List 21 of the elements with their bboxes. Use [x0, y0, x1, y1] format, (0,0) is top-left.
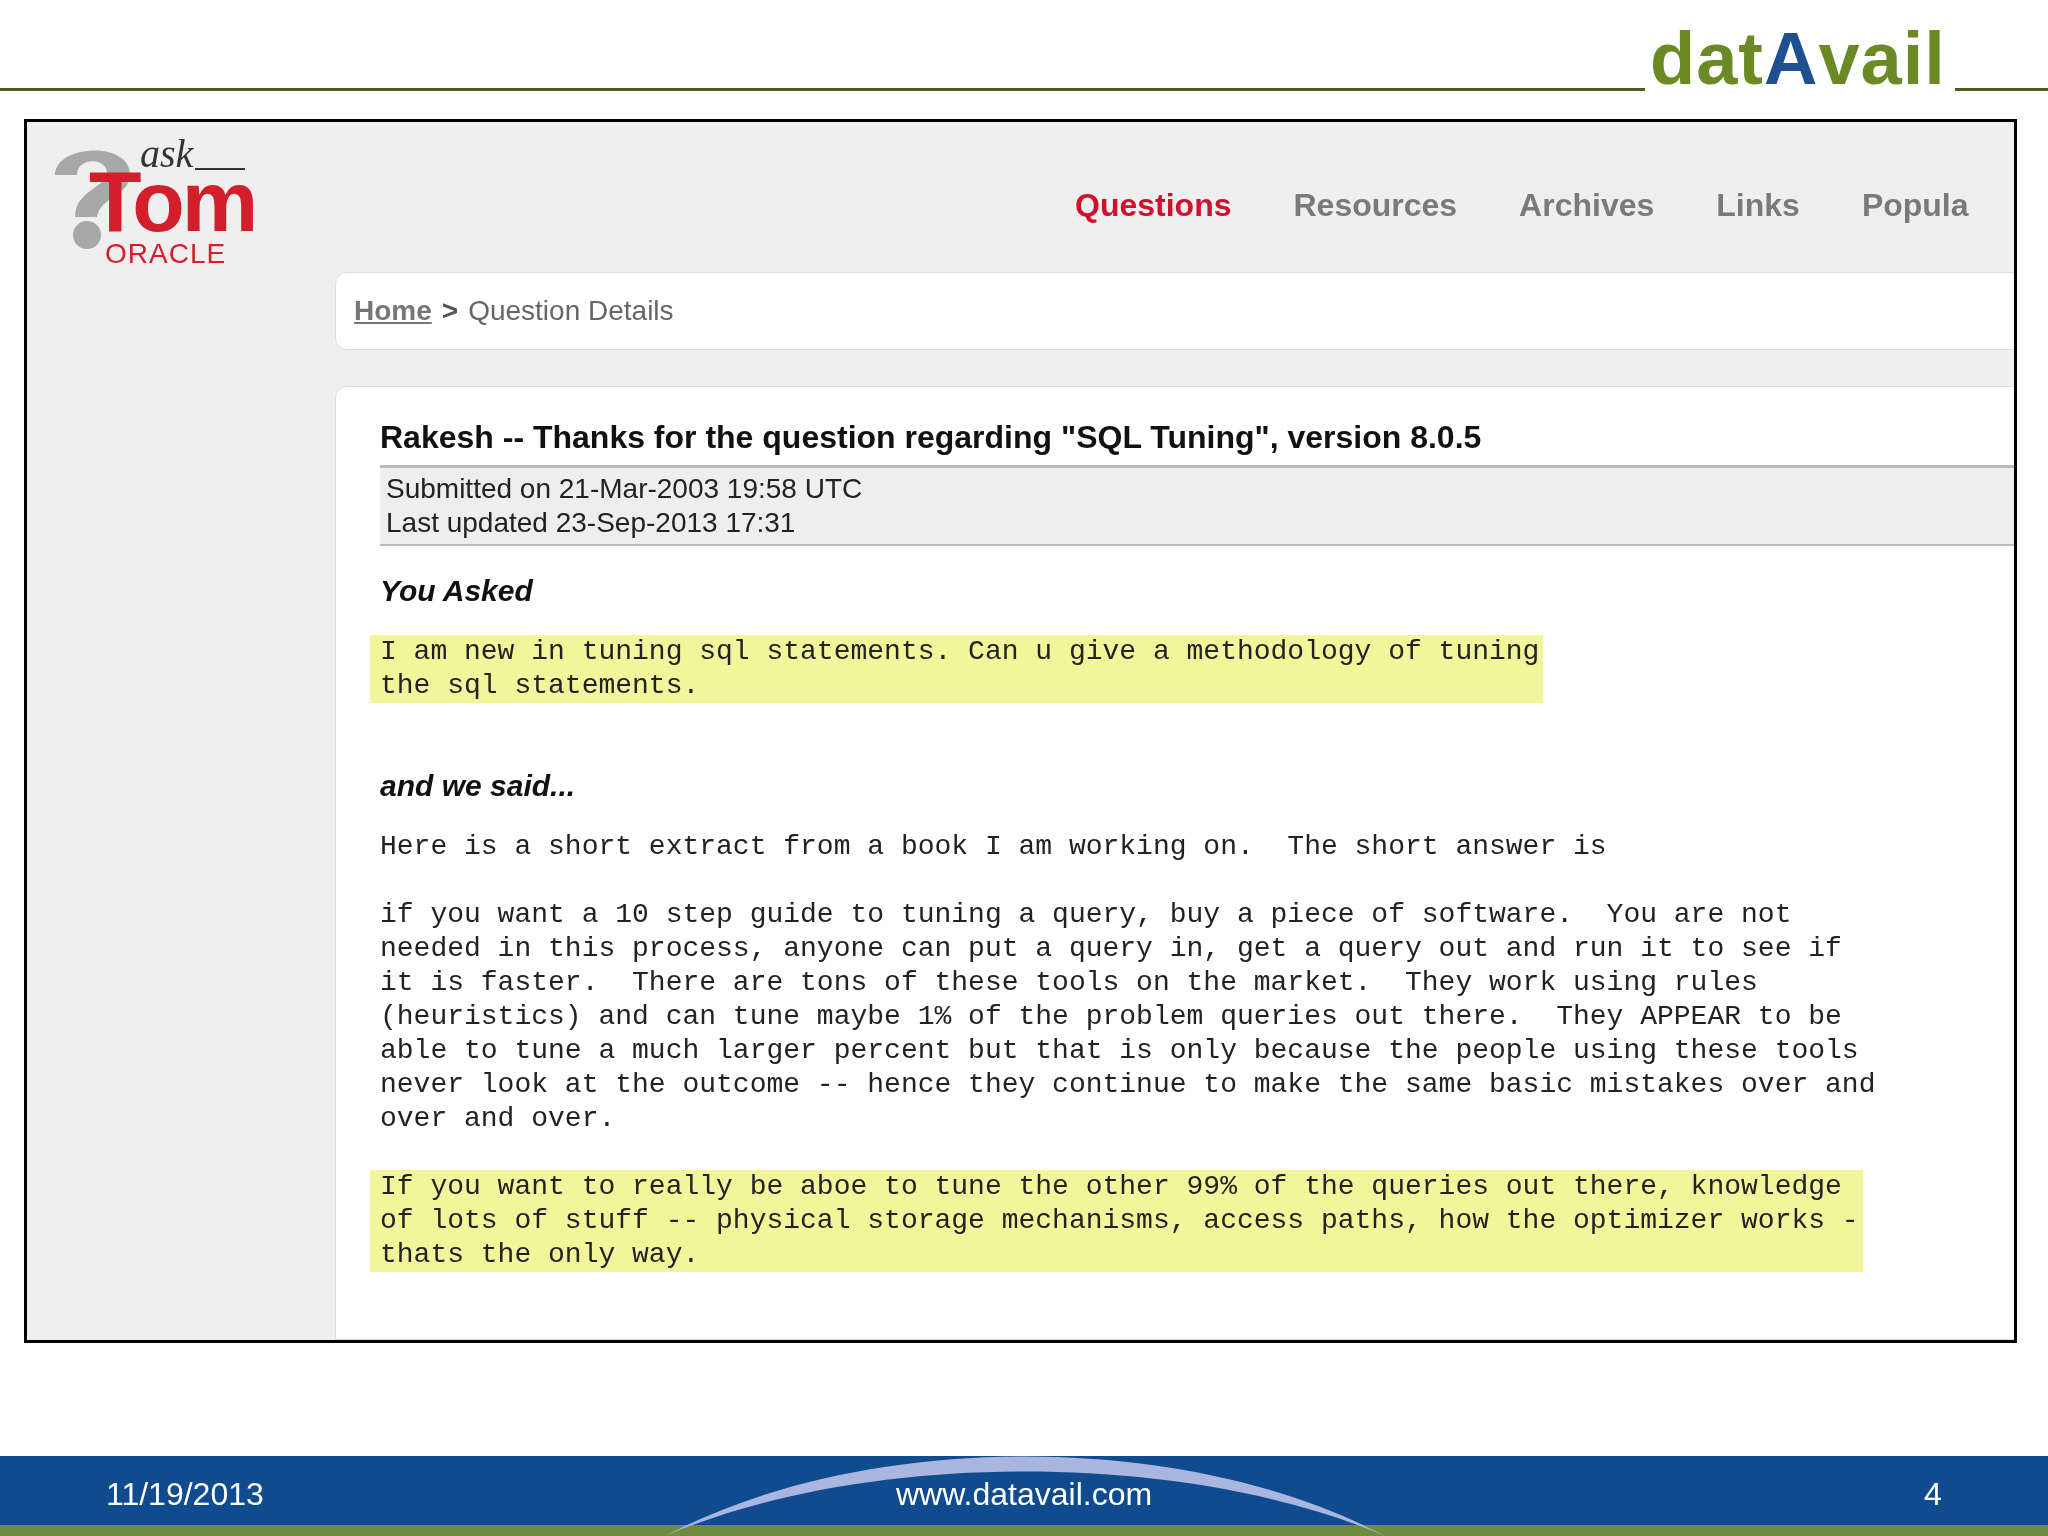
answer-paragraph: if you want a 10 step guide to tuning a query, buy a piece of software. You are not needed in this process, anyone can put a query in, get a query out and run it to see if it is faster. There are tons of these tools on the market. They work using rules (heuristics) and can tune maybe 1% of the problem queries out there. They APPEAR to be able to tune a much larger percent but that is only because the people using these tools never look at the outcome -- hence they continue to make the same basic mistakes over and over and over.: [380, 898, 1876, 1136]
website-url: www.datavail.com: [896, 1475, 1153, 1514]
date-text: Last updated 23-Sep-2013 17:31: [386, 506, 797, 540]
date-text: Submitted on 21-Mar-2003 19:58 UTC: [386, 472, 864, 506]
answer-paragraph: Here is a short extract from a book I am working on. The short answer is: [380, 830, 1607, 864]
section-heading: and we said...: [380, 768, 577, 804]
company-logo: datAvail: [1650, 22, 1946, 96]
nav-tab[interactable]: Archives: [1519, 180, 1655, 229]
nav-tab[interactable]: Resources: [1293, 180, 1458, 229]
separator: >: [441, 294, 459, 328]
slide-date: 11/19/2013: [106, 1475, 264, 1514]
question-title: Rakesh -- Thanks for the question regarding "SQL Tuning", version 8.0.5: [380, 418, 1483, 457]
nav-tab[interactable]: Popula: [1861, 180, 1969, 229]
nav-tab[interactable]: Links: [1716, 180, 1800, 229]
home-link[interactable]: Home: [354, 290, 432, 332]
slide-number: 4: [1924, 1475, 1942, 1514]
answer-paragraph: I am new in tuning sql statements. Can u give a methodology of tuning the sql statements.: [370, 635, 1544, 703]
answer-paragraph: If you want to really be aboe to tune the other 99% of the queries out there, knowledge of lots of stuff -- physical storage mechanisms, access paths, how the optimizer works - thats the only way.: [370, 1170, 1863, 1272]
section-heading: You Asked: [380, 573, 535, 609]
nav-tab[interactable]: Questions: [1075, 180, 1232, 229]
breadcrumb-current: Question Details: [468, 294, 674, 328]
